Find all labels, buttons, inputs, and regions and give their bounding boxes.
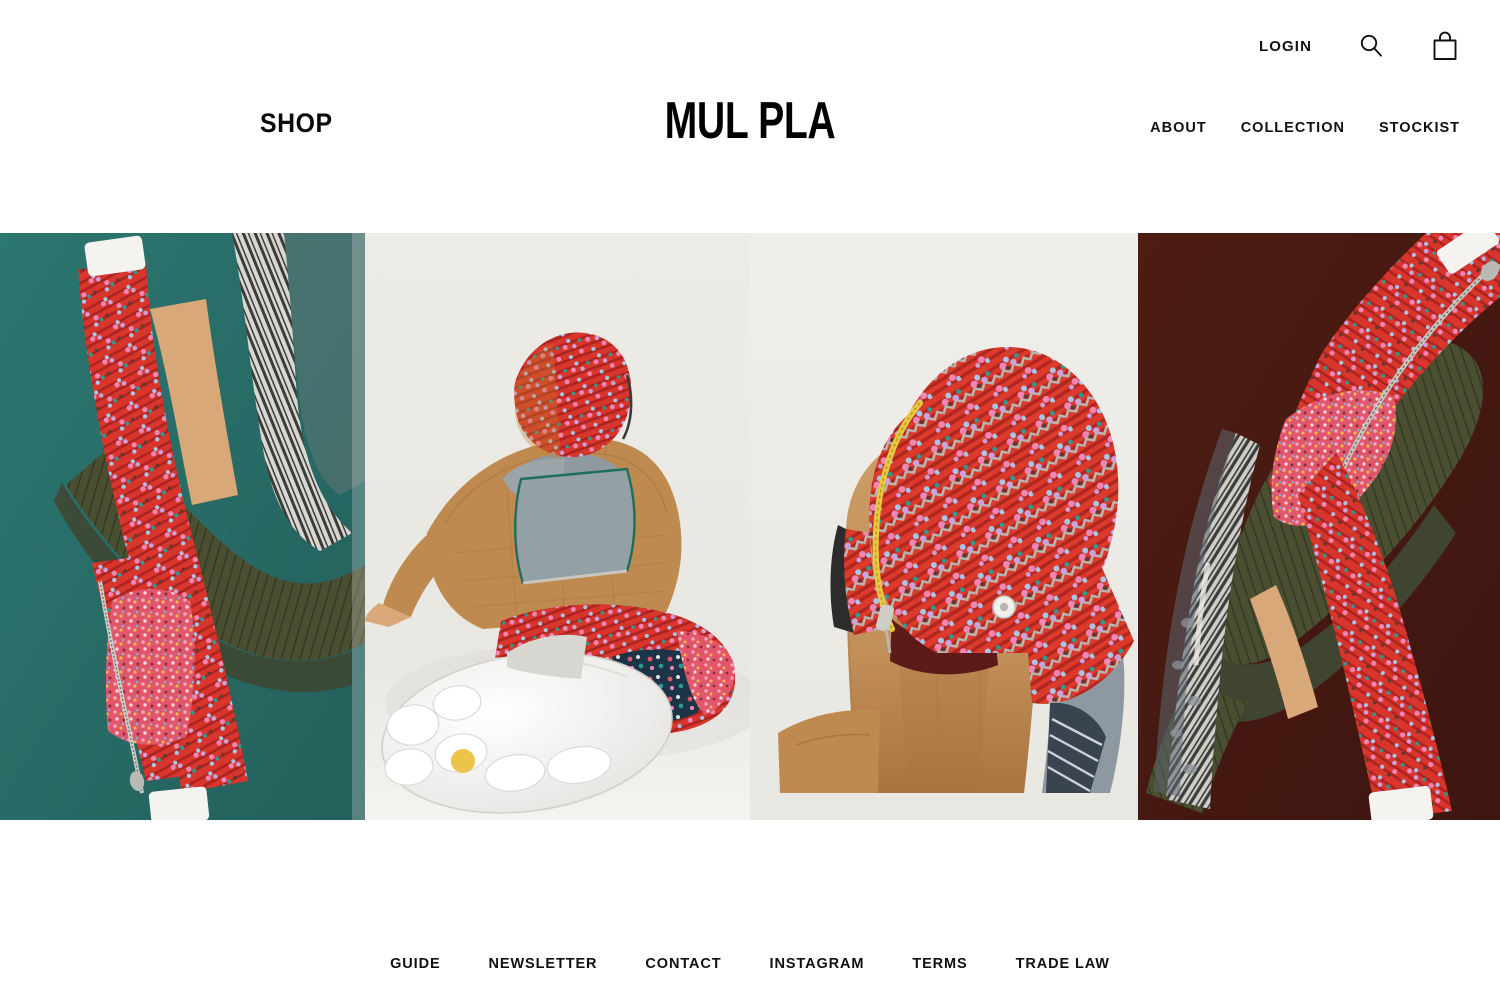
nav-item-stockist[interactable]: STOCKIST — [1379, 120, 1460, 136]
footer-link-instagram[interactable]: INSTAGRAM — [770, 956, 865, 972]
nav-item-about[interactable]: ABOUT — [1150, 120, 1207, 136]
nav-item-collection[interactable]: COLLECTION — [1241, 120, 1345, 136]
site-header: LOGIN SHOP MUL PLA ABOUT COLLECTION STOC… — [0, 0, 1500, 233]
footer-link-guide[interactable]: GUIDE — [390, 956, 440, 972]
shopping-bag-icon[interactable] — [1430, 30, 1460, 62]
login-link[interactable]: LOGIN — [1259, 39, 1312, 54]
hero-panel-3[interactable] — [750, 233, 1138, 820]
footer-link-newsletter[interactable]: NEWSLETTER — [489, 956, 598, 972]
hero-panel-2[interactable] — [365, 233, 750, 820]
page-root: LOGIN SHOP MUL PLA ABOUT COLLECTION STOC… — [0, 0, 1500, 1000]
footer-link-trade-law[interactable]: TRADE LAW — [1016, 956, 1110, 972]
hero-panel-1[interactable] — [0, 233, 365, 820]
hero-panel-4[interactable] — [1138, 233, 1500, 820]
footer-link-terms[interactable]: TERMS — [912, 956, 967, 972]
footer-link-contact[interactable]: CONTACT — [645, 956, 721, 972]
site-footer: GUIDE NEWSLETTER CONTACT INSTAGRAM TERMS… — [0, 820, 1500, 1000]
footer-nav: GUIDE NEWSLETTER CONTACT INSTAGRAM TERMS… — [390, 956, 1110, 972]
hero-image-strip — [0, 233, 1500, 820]
utility-bar: LOGIN — [1259, 30, 1460, 62]
main-nav: ABOUT COLLECTION STOCKIST — [1150, 120, 1460, 136]
search-icon[interactable] — [1356, 31, 1386, 61]
